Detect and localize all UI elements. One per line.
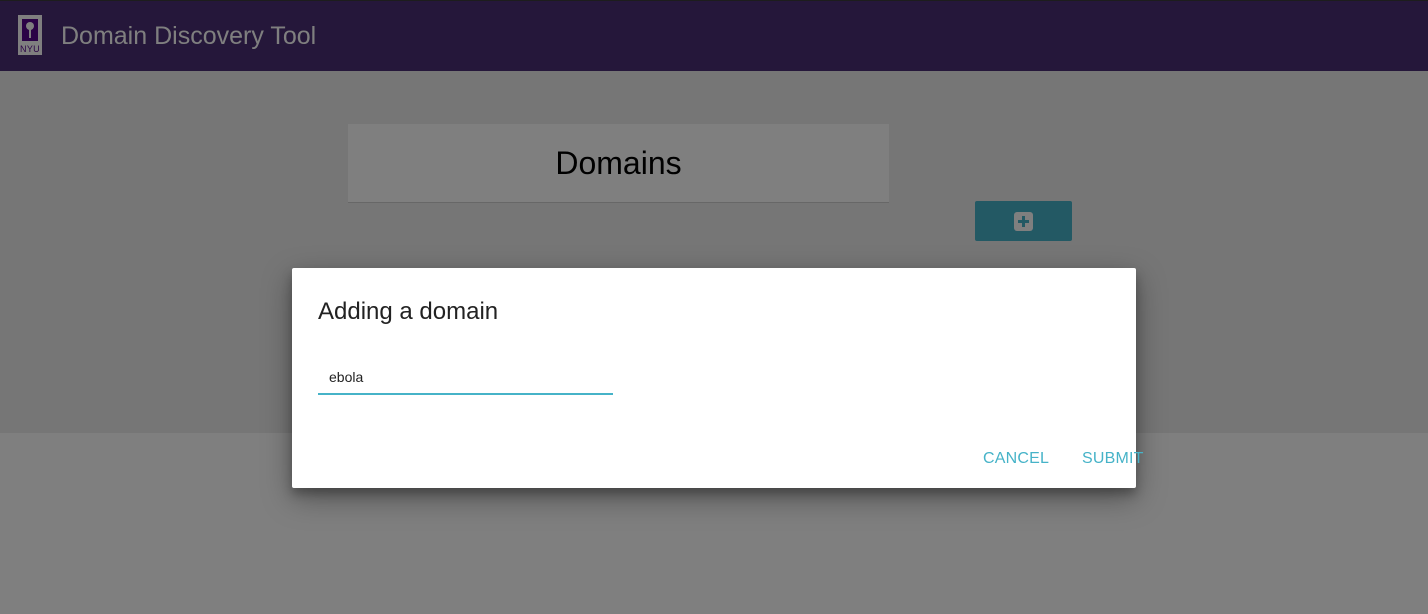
dialog-actions: CANCEL SUBMIT — [836, 428, 1143, 488]
domain-name-field — [318, 360, 613, 395]
cancel-button[interactable]: CANCEL — [983, 444, 1049, 474]
add-domain-dialog: Adding a domain CANCEL SUBMIT — [292, 268, 1143, 488]
domain-name-input[interactable] — [318, 360, 613, 393]
submit-button[interactable]: SUBMIT — [1082, 444, 1144, 474]
page: NYU Domain Discovery Tool Domains Adding… — [0, 0, 1428, 614]
dialog-title: Adding a domain — [318, 298, 499, 325]
